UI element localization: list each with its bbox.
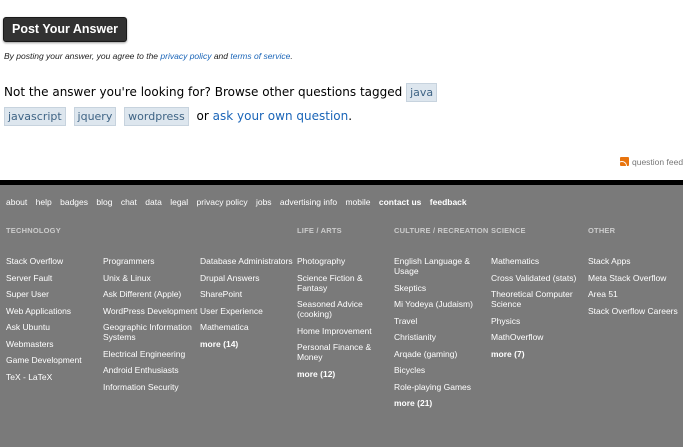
tag-java[interactable]: java — [406, 83, 438, 102]
footer-nav: about help badges blog chat data legal p… — [6, 197, 473, 207]
technology-column: Technology Stack Overflow Server Fault S… — [6, 226, 102, 388]
site-link[interactable]: Ask Ubuntu — [6, 322, 102, 332]
site-link[interactable]: Arqade (gaming) — [394, 349, 490, 359]
site-link[interactable]: Electrical Engineering — [103, 349, 199, 359]
site-link[interactable]: Android Enthusiasts — [103, 365, 199, 375]
footer-link-chat[interactable]: chat — [121, 197, 137, 207]
terms-of-service-link[interactable]: terms of service — [230, 51, 290, 61]
site-link[interactable]: Role-playing Games — [394, 382, 490, 392]
technology-column-3: Database Administrators Drupal Answers S… — [200, 226, 296, 349]
site-link[interactable]: Unix & Linux — [103, 273, 199, 283]
site-link[interactable]: Theoretical Computer Science — [491, 289, 587, 309]
question-feed-label: question feed — [632, 157, 683, 167]
question-feed-link[interactable]: question feed — [620, 157, 683, 167]
site-link[interactable]: Mathematics — [491, 256, 587, 266]
or-text: or — [196, 109, 209, 123]
science-column: Science Mathematics Cross Validated (sta… — [491, 226, 587, 359]
footer-link-advertising-info[interactable]: advertising info — [280, 197, 337, 207]
footer-link-jobs[interactable]: jobs — [256, 197, 272, 207]
more-science-link[interactable]: more (7) — [491, 349, 587, 359]
site-link[interactable]: MathOverflow — [491, 332, 587, 342]
site-link[interactable]: Webmasters — [6, 339, 102, 349]
site-link[interactable]: Bicycles — [394, 365, 490, 375]
not-answer-text: Not the answer you're looking for? Brows… — [4, 85, 403, 99]
site-link[interactable]: Server Fault — [6, 273, 102, 283]
culture-recreation-heading: Culture / Recreation — [394, 226, 489, 235]
science-heading: Science — [491, 226, 526, 235]
site-link[interactable]: Database Administrators — [200, 256, 296, 266]
site-link[interactable]: Super User — [6, 289, 102, 299]
other-column: Other Stack Apps Meta Stack Overflow Are… — [588, 226, 683, 322]
site-link[interactable]: Home Improvement — [297, 326, 393, 336]
site-link[interactable]: Skeptics — [394, 283, 490, 293]
site-footer: about help badges blog chat data legal p… — [0, 185, 683, 447]
site-link[interactable]: Travel — [394, 316, 490, 326]
site-link[interactable]: Cross Validated (stats) — [491, 273, 587, 283]
ask-question-link[interactable]: ask your own question — [213, 109, 349, 123]
site-link[interactable]: Personal Finance & Money — [297, 342, 393, 362]
site-link[interactable]: Programmers — [103, 256, 199, 266]
footer-link-data[interactable]: data — [145, 197, 162, 207]
column-spacer — [200, 226, 296, 256]
site-link[interactable]: Mi Yodeya (Judaism) — [394, 299, 490, 309]
site-link[interactable]: Mathematica — [200, 322, 296, 332]
privacy-policy-link[interactable]: privacy policy — [160, 51, 211, 61]
site-link[interactable]: Stack Overflow — [6, 256, 102, 266]
period: . — [348, 109, 353, 123]
site-link[interactable]: Stack Apps — [588, 256, 683, 266]
post-answer-button[interactable]: Post Your Answer — [3, 17, 128, 42]
site-link[interactable]: Game Development — [6, 355, 102, 365]
culture-recreation-column: Culture / Recreation English Language & … — [394, 226, 490, 408]
site-link[interactable]: SharePoint — [200, 289, 296, 299]
footer-link-mobile[interactable]: mobile — [345, 197, 370, 207]
life-arts-column: Life / Arts Photography Science Fiction … — [297, 226, 393, 379]
site-link[interactable]: User Experience — [200, 306, 296, 316]
terms-and: and — [213, 51, 229, 61]
site-link[interactable]: Seasoned Advice (cooking) — [297, 299, 393, 319]
site-link[interactable]: Christianity — [394, 332, 490, 342]
other-heading: Other — [588, 226, 616, 235]
footer-link-help[interactable]: help — [36, 197, 52, 207]
footer-link-badges[interactable]: badges — [60, 197, 88, 207]
life-arts-heading: Life / Arts — [297, 226, 342, 235]
site-link[interactable]: TeX - LaTeX — [6, 372, 102, 382]
terms-notice: By posting your answer, you agree to the… — [4, 51, 293, 61]
site-link[interactable]: Information Security — [103, 382, 199, 392]
footer-link-about[interactable]: about — [6, 197, 27, 207]
site-link[interactable]: Area 51 — [588, 289, 683, 299]
rss-icon — [620, 157, 629, 166]
site-link[interactable]: Science Fiction & Fantasy — [297, 273, 393, 293]
tag-javascript[interactable]: javascript — [4, 107, 66, 126]
more-life-arts-link[interactable]: more (12) — [297, 369, 393, 379]
site-link[interactable]: WordPress Development — [103, 306, 199, 316]
site-link[interactable]: Web Applications — [6, 306, 102, 316]
terms-prefix: By posting your answer, you agree to the — [4, 51, 159, 61]
site-link[interactable]: Geographic Information Systems — [103, 322, 199, 342]
footer-link-feedback[interactable]: feedback — [430, 197, 467, 207]
footer-link-privacy-policy[interactable]: privacy policy — [197, 197, 248, 207]
tag-wordpress[interactable]: wordpress — [124, 107, 189, 126]
technology-heading: Technology — [6, 226, 61, 235]
technology-column-2: Programmers Unix & Linux Ask Different (… — [103, 226, 199, 398]
site-link[interactable]: Photography — [297, 256, 393, 266]
site-link[interactable]: Ask Different (Apple) — [103, 289, 199, 299]
footer-link-blog[interactable]: blog — [96, 197, 112, 207]
tag-jquery[interactable]: jquery — [73, 107, 117, 126]
site-link[interactable]: Stack Overflow Careers — [588, 306, 683, 316]
site-link[interactable]: Physics — [491, 316, 587, 326]
site-link[interactable]: Meta Stack Overflow — [588, 273, 683, 283]
site-link[interactable]: Drupal Answers — [200, 273, 296, 283]
more-technology-link[interactable]: more (14) — [200, 339, 296, 349]
footer-link-legal[interactable]: legal — [170, 197, 188, 207]
more-culture-link[interactable]: more (21) — [394, 398, 490, 408]
site-link[interactable]: English Language & Usage — [394, 256, 490, 276]
terms-suffix: . — [290, 51, 293, 61]
footer-link-contact-us[interactable]: contact us — [379, 197, 422, 207]
column-spacer — [103, 226, 199, 256]
related-tags-prompt: Not the answer you're looking for? Brows… — [4, 80, 494, 128]
